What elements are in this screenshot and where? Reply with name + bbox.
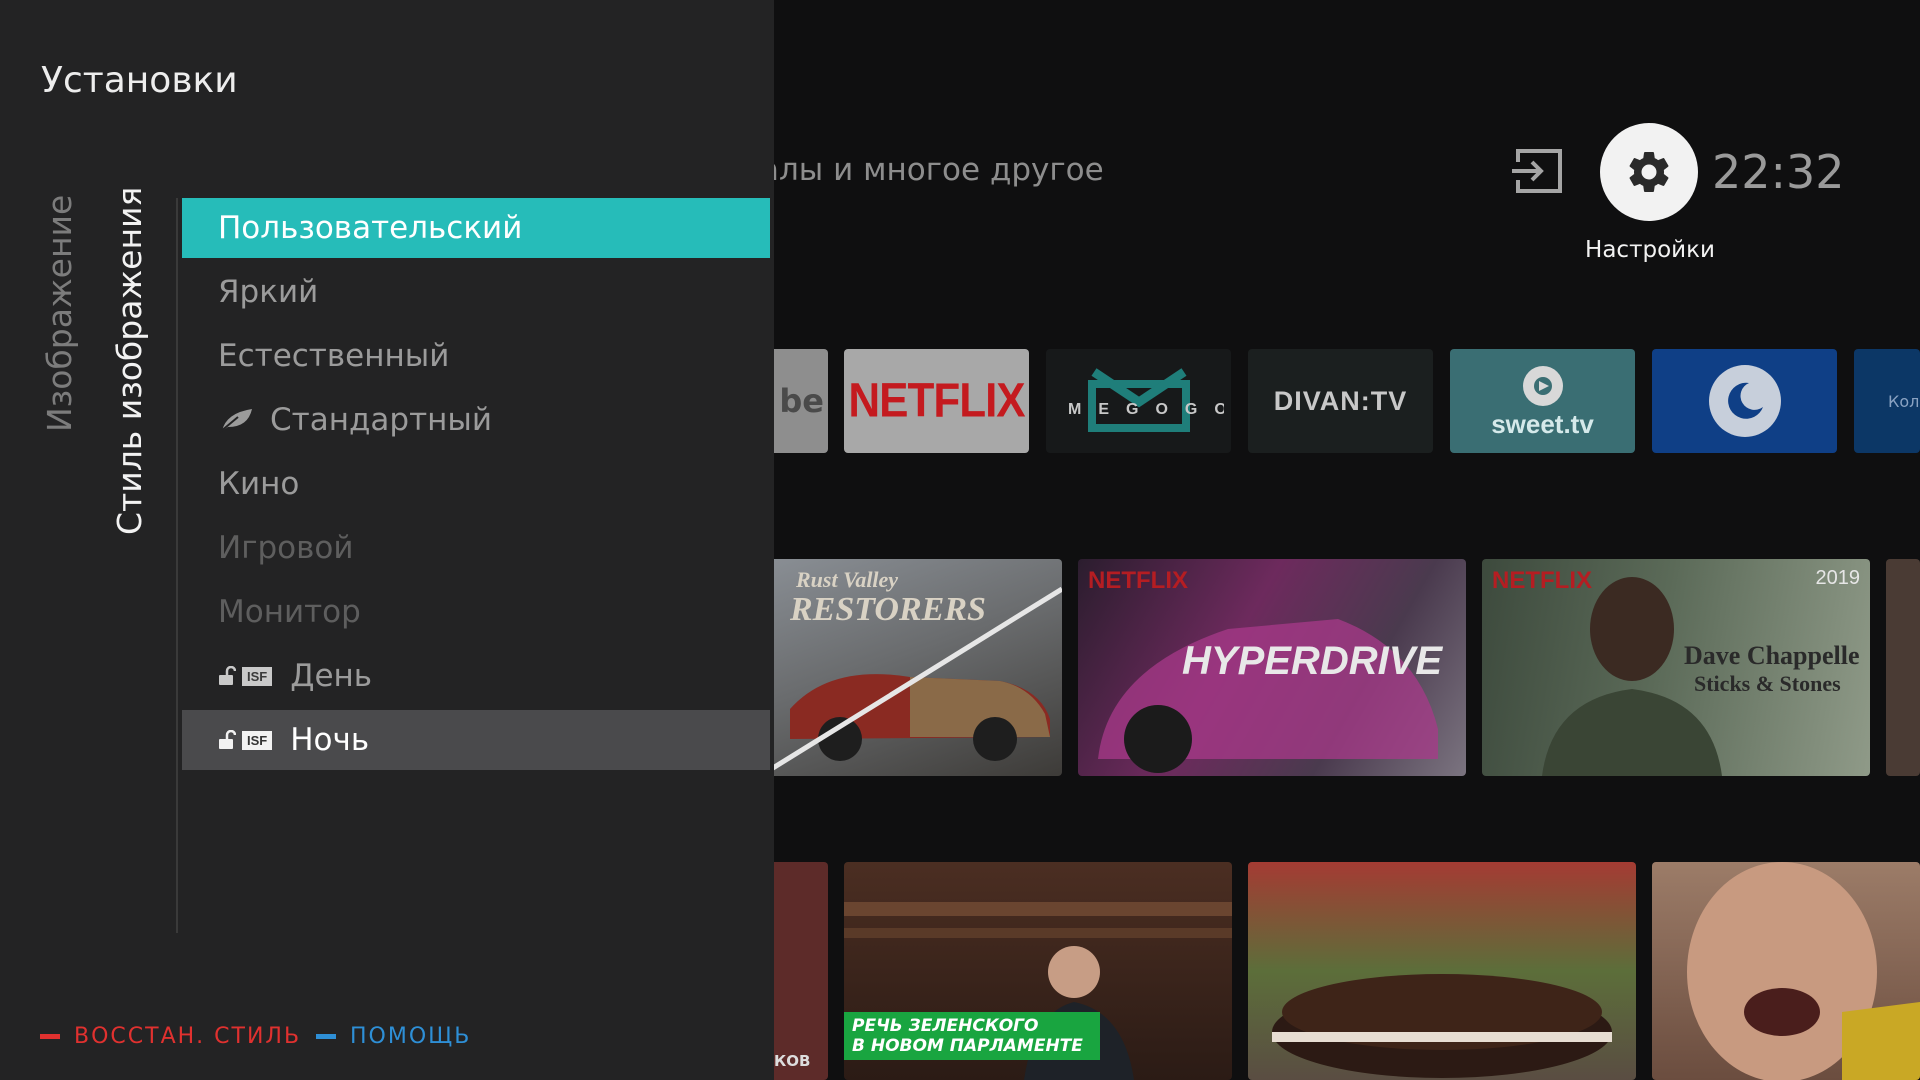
help-hint[interactable]: ПОМОЩЬ [316,1024,471,1049]
settings-button[interactable] [1600,123,1698,221]
home-subtitle: алы и многое другое [760,152,1104,188]
donut-icon [1522,365,1563,406]
rust-title-2: RESTORERS [790,591,986,628]
app-netflix-label: NETFLIX [848,373,1025,428]
news-banner-line-1: РЕЧЬ ЗЕЛЕНСКОГО [852,1016,1039,1036]
card-comedy[interactable] [1652,862,1920,1080]
dave-title-1: Dave Chappelle [1684,641,1860,670]
blue-key-indicator [316,1034,336,1039]
isf-badge: ISF [242,730,273,750]
app-tile-divan[interactable]: DIVAN:TV [1248,349,1433,453]
hyper-title: HYPERDRIVE [1182,639,1443,683]
app-tile-moon[interactable] [1652,349,1837,453]
help-label: ПОМОЩЬ [350,1024,472,1049]
menu-item-label: Пользовательский [218,210,523,246]
moon-icon [1708,365,1781,437]
settings-panel: Установки Изображение Стиль изображения … [0,0,774,1080]
app-divan-label: DIVAN:TV [1273,385,1408,416]
tab-image[interactable]: Изображение [40,195,79,435]
menu-item-cinema[interactable]: Кино [182,454,770,514]
app-youtube-label: be [779,382,824,420]
face-illustration [1687,862,1920,1080]
isf-badge: ISF [242,666,273,686]
panel-title: Установки [41,60,238,101]
menu-item-custom[interactable]: Пользовательский [182,198,770,258]
card-zelensky[interactable]: РЕЧЬ ЗЕЛЕНСКОГО В НОВОМ ПАРЛАМЕНТЕ [844,862,1232,1080]
menu-item-label: Стандартный [270,402,493,438]
app-sweet-label: sweet.tv [1491,408,1594,439]
lock-icon [219,730,236,749]
tab-picture-style[interactable]: Стиль изображения [110,187,149,535]
menu-item-vivid[interactable]: Яркий [182,262,770,322]
red-key-indicator [40,1034,60,1039]
news-banner-line-2: В НОВОМ ПАРЛАМЕНТЕ [852,1036,1083,1056]
app-tile-netflix[interactable]: NETFLIX [844,349,1029,453]
menu-item-label: Ночь [290,722,370,758]
menu-item-day[interactable]: ISF День [182,646,770,706]
picture-style-menu: Пользовательский Яркий Естественный Стан… [182,198,770,774]
menu-item-label: Естественный [218,338,450,374]
news-banner: РЕЧЬ ЗЕЛЕНСКОГО В НОВОМ ПАРЛАМЕНТЕ [844,1012,1100,1060]
card-hyperdrive[interactable]: NETFLIX HYPERDRIVE [1078,559,1466,776]
card-dave-chappelle[interactable]: NETFLIX 2019 Dave Chappelle Sticks & Sto… [1482,559,1870,776]
rust-title-1: Rust Valley [796,567,899,592]
card-partial[interactable] [1886,559,1920,776]
menu-item-night[interactable]: ISF Ночь [182,710,770,770]
lock-isf-group: ISF [218,666,273,686]
card-rust-valley[interactable]: Rust Valley RESTORERS [760,559,1062,776]
leaf-icon [219,409,252,433]
gear-icon [1629,151,1669,192]
dave-year: 2019 [1815,567,1861,589]
menu-item-label: Кино [218,466,300,502]
reset-style-label: ВОССТАН. СТИЛЬ [74,1024,302,1049]
reset-style-hint[interactable]: ВОССТАН. СТИЛЬ [40,1024,301,1049]
app-tile-megogo[interactable]: MEGOGO [1046,349,1231,453]
cake-illustration [1272,974,1612,1078]
clock: 22:32 [1712,145,1845,199]
menu-item-label: Яркий [218,274,319,310]
dave-title-2: Sticks & Stones [1694,671,1841,696]
menu-item-natural[interactable]: Естественный [182,326,770,386]
input-source-icon[interactable] [1510,148,1564,194]
card-cake[interactable] [1248,862,1636,1080]
app-tile-partial[interactable]: Кол [1854,349,1920,453]
news-partial-text: КОВ [774,1052,811,1070]
app-tile-sweet[interactable]: sweet.tv [1450,349,1635,453]
svg-text:MEGOGO: MEGOGO [1068,401,1224,418]
lock-icon [219,666,236,685]
megogo-logo: MEGOGO [1068,368,1224,432]
menu-item-label: Игровой [218,530,354,566]
panel-divider [176,198,178,933]
menu-item-standard[interactable]: Стандартный [182,390,770,450]
settings-label: Настройки [1585,237,1715,263]
app-partial-label: Кол [1888,391,1920,411]
menu-item-monitor[interactable]: Монитор [182,582,770,642]
menu-item-label: День [290,658,373,694]
menu-item-label: Монитор [218,594,361,630]
lock-isf-group: ISF [218,730,273,750]
menu-item-game[interactable]: Игровой [182,518,770,578]
